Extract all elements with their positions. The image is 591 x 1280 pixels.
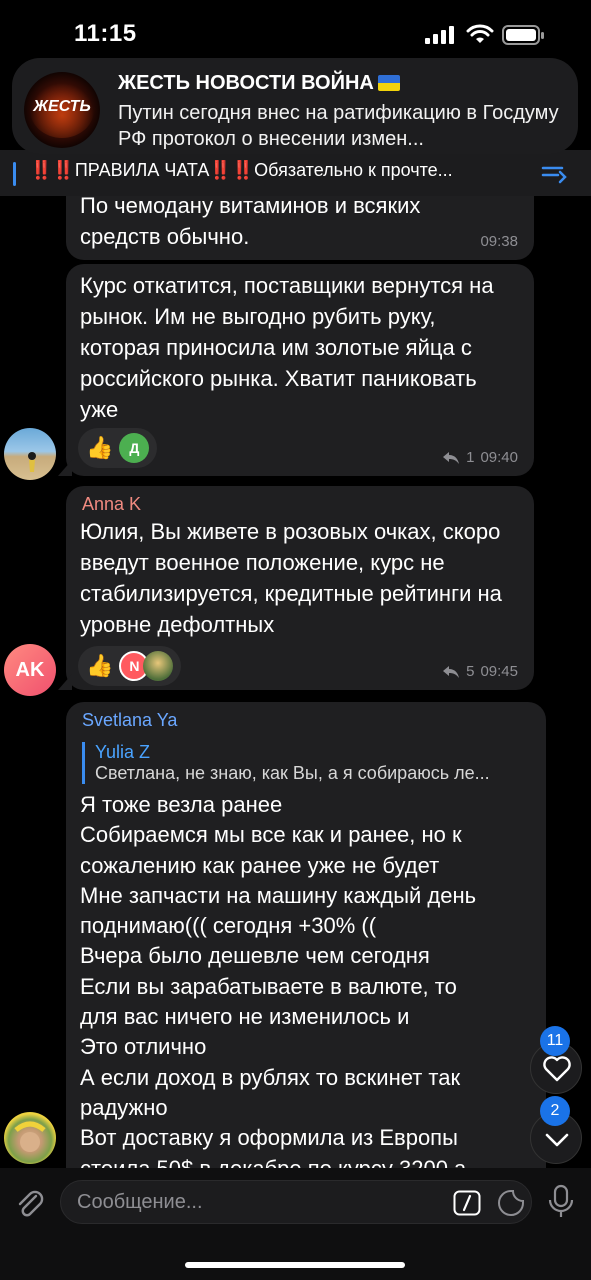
status-time: 11:15 bbox=[74, 20, 137, 47]
reply-quote[interactable]: Yulia Z Светлана, не знаю, как Вы, а я с… bbox=[82, 742, 532, 784]
channel-avatar: ЖЕСТЬ bbox=[24, 72, 100, 148]
message-line: А если доход в рублях то вскинет так bbox=[80, 1064, 461, 1090]
message-meta: 09:38 bbox=[480, 233, 518, 250]
channel-logo-text: ЖЕСТЬ bbox=[33, 98, 91, 115]
mentions-badge: 2 bbox=[540, 1096, 570, 1126]
microphone-icon[interactable] bbox=[548, 1184, 574, 1220]
user-avatar[interactable] bbox=[4, 1112, 56, 1164]
ukraine-flag-icon bbox=[377, 75, 400, 91]
pinned-message-text: ‼️‼️ПРАВИЛА ЧАТА‼️‼️Обязательно к прочте… bbox=[30, 160, 453, 180]
pinned-indicator bbox=[13, 162, 16, 186]
home-indicator bbox=[185, 1262, 405, 1268]
notification-title: ЖЕСТЬ НОВОСТИ ВОЙНА bbox=[118, 72, 400, 95]
message-bubble[interactable]: Svetlana Ya Yulia Z Светлана, не знаю, к… bbox=[66, 702, 546, 1168]
reactor-avatar: Д bbox=[119, 433, 150, 463]
reply-author: Yulia Z bbox=[95, 742, 151, 762]
message-text: Курс откатится, поставщики вернутся на р… bbox=[80, 273, 494, 422]
message-bubble[interactable]: Курс откатится, поставщики вернутся на р… bbox=[66, 264, 534, 476]
message-text: Юлия, Вы живете в розовых очках, скоро в… bbox=[80, 519, 502, 637]
message-time: 09:38 bbox=[480, 233, 518, 250]
message-time: 09:40 bbox=[480, 449, 518, 466]
signal-icon bbox=[425, 26, 454, 44]
message-meta: 5 09:45 bbox=[442, 663, 518, 680]
reply-icon bbox=[443, 665, 460, 678]
message-line: Мне запчасти на машину каждый день bbox=[80, 882, 477, 908]
message-input-placeholder: Сообщение... bbox=[77, 1191, 203, 1213]
reply-snippet: Светлана, не знаю, как Вы, а я собираюсь… bbox=[95, 763, 490, 783]
message-text: Я тоже везла ранее Собираемся мы все как… bbox=[80, 790, 536, 1168]
wifi-icon bbox=[466, 24, 494, 43]
message-line: Вчера было дешевле чем сегодня bbox=[80, 943, 430, 969]
avatar-initials: AK bbox=[15, 658, 45, 681]
thumbs-up-reaction: 👍 bbox=[86, 435, 114, 460]
status-bar: 11:15 bbox=[0, 0, 591, 60]
reactions-row[interactable]: 👍 Д bbox=[78, 428, 158, 468]
user-avatar[interactable]: AK bbox=[4, 644, 56, 696]
message-bubble[interactable]: Anna K Юлия, Вы живете в розовых очках, … bbox=[66, 486, 534, 690]
message-line: Собираемся мы все как и ранее, но к bbox=[80, 822, 462, 848]
notification-banner[interactable]: ЖЕСТЬ ЖЕСТЬ НОВОСТИ ВОЙНА Путин сегодня … bbox=[12, 58, 578, 154]
reactor-avatar-photo bbox=[143, 651, 174, 681]
message-line: для вас ничего не изменилось и bbox=[80, 1004, 410, 1030]
notification-title-text: ЖЕСТЬ НОВОСТИ ВОЙНА bbox=[118, 72, 374, 94]
message-line: стоила 50$ в декабре по курсу 3200 а bbox=[80, 1154, 536, 1168]
message-line: сожалению как ранее уже не будет bbox=[80, 852, 440, 878]
message-line: Вот доставку я оформила из Европы bbox=[80, 1125, 458, 1151]
message-time: 09:45 bbox=[480, 663, 518, 680]
message-text: По чемодану витаминов и всяких средств о… bbox=[80, 193, 421, 249]
commands-icon[interactable] bbox=[453, 1190, 481, 1216]
pinned-list-icon[interactable] bbox=[540, 162, 568, 184]
attach-icon[interactable] bbox=[12, 1186, 46, 1220]
message-line: Если вы зарабатываете в валюте, то bbox=[80, 973, 457, 999]
reply-count: 5 bbox=[466, 663, 475, 680]
sender-name[interactable]: Anna K bbox=[82, 494, 141, 515]
message-line: Я тоже везла ранее bbox=[80, 792, 283, 817]
sticker-icon[interactable] bbox=[497, 1189, 525, 1217]
notification-text: Путин сегодня внес на ратификацию в Госд… bbox=[118, 102, 559, 150]
message-input[interactable]: Сообщение... bbox=[60, 1180, 532, 1224]
bubble-tail bbox=[58, 674, 72, 690]
message-line: радужно bbox=[80, 1094, 168, 1120]
battery-icon bbox=[502, 25, 544, 45]
message-meta: 1 09:40 bbox=[442, 449, 518, 466]
message-line: Это отлично bbox=[80, 1034, 207, 1060]
reactions-badge: 11 bbox=[540, 1026, 570, 1056]
thumbs-up-reaction: 👍 bbox=[86, 653, 114, 678]
reactions-row[interactable]: 👍 N bbox=[78, 646, 182, 686]
reply-icon bbox=[443, 451, 460, 464]
user-avatar[interactable] bbox=[4, 428, 56, 480]
sender-name[interactable]: Svetlana Ya bbox=[82, 710, 177, 731]
reply-count: 1 bbox=[466, 449, 475, 466]
message-line: поднимаю((( сегодня +30% (( bbox=[80, 913, 377, 939]
message-bubble[interactable]: По чемодану витаминов и всяких средств о… bbox=[66, 193, 534, 260]
